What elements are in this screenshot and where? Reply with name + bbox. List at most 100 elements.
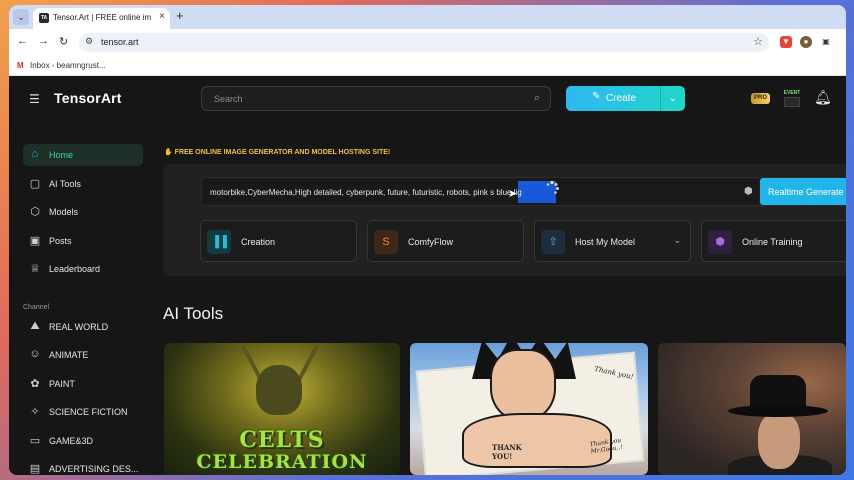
trophy-icon: ♕ [30, 263, 40, 275]
comfyflow-card[interactable]: S ComfyFlow [367, 220, 524, 262]
ai-tool-thumbnail-celts[interactable]: CELTS CELEBRATION [164, 343, 400, 475]
channel-heading: Channel [23, 304, 50, 311]
sidebar-item-ai-tools[interactable]: ▢ AI Tools [23, 173, 143, 195]
search-input[interactable]: Search ⌕ [201, 86, 551, 111]
chevron-down-icon[interactable]: ⌄ [673, 235, 681, 246]
promo-banner: ✋ FREE ONLINE IMAGE GENERATOR AND MODEL … [164, 148, 390, 156]
create-label: Create [606, 93, 637, 104]
tab-title: Tensor.Art | FREE online image g [53, 13, 151, 22]
bookmark-inbox[interactable]: Inbox - beamngrust... [30, 61, 106, 70]
menu-icon[interactable]: ☰ [29, 92, 40, 106]
prompt-input[interactable]: motorbike,CyberMecha,High detailed, cybe… [201, 177, 846, 206]
online-training-card[interactable]: ⬢ Online Training [701, 220, 846, 262]
reload-icon[interactable]: ↻ [59, 35, 68, 48]
tensorart-app: ☰ TensorArt Search ⌕ ✎ Create ⌄ PRO EVEN… [9, 76, 846, 475]
man-face-illustration [758, 413, 800, 469]
paint-icon: ✿ [30, 378, 40, 390]
site-info-icon[interactable]: ⚙ [85, 36, 93, 47]
new-tab-button[interactable]: + [176, 8, 184, 23]
home-icon: ⌂ [31, 148, 39, 160]
generation-panel: motorbike,CyberMecha,High detailed, cybe… [163, 164, 846, 276]
event-image [784, 97, 800, 107]
creation-card[interactable]: ▐▐ Creation [200, 220, 357, 262]
animate-icon: ☺ [29, 348, 41, 360]
cookie-extension-icon[interactable]: ● [800, 36, 812, 48]
sidebar-item-label: ANIMATE [49, 350, 89, 360]
sidebar-item-home[interactable]: ⌂ Home [23, 144, 143, 166]
sidebar-channel-game[interactable]: ▭ GAME&3D [23, 430, 143, 452]
antler-right [296, 344, 320, 382]
host-my-model-card[interactable]: ⇧ Host My Model ⌄ [534, 220, 691, 262]
sidebar-item-posts[interactable]: ▣ Posts [23, 230, 143, 252]
mouse-cursor-icon: ➤ [508, 188, 518, 200]
sidebar-item-leaderboard[interactable]: ♕ Leaderboard [23, 258, 143, 280]
sidebar-item-label: Home [49, 150, 74, 160]
hand-wave-icon: ✋ [164, 149, 175, 156]
browser-tab[interactable]: TA Tensor.Art | FREE online image g × [33, 8, 170, 29]
address-bar[interactable]: ⚙ tensor.art ☆ [79, 33, 769, 52]
sidebar-channel-animate[interactable]: ☺ ANIMATE [23, 344, 143, 366]
app-header: ☰ TensorArt Search ⌕ ✎ Create ⌄ PRO EVEN… [9, 76, 846, 120]
tab-strip: ⌄ TA Tensor.Art | FREE online image g × … [9, 5, 846, 29]
thumbnail-title-line1: CELTS [239, 427, 325, 453]
forward-icon[interactable]: → [38, 35, 49, 47]
prompt-text: motorbike,CyberMecha,High detailed, cybe… [210, 188, 522, 197]
sidebar-item-label: Posts [49, 236, 72, 246]
comfyflow-icon: S [374, 230, 398, 254]
tab-close-icon[interactable]: × [159, 11, 165, 22]
sidebar-channel-paint[interactable]: ✿ PAINT [23, 373, 143, 395]
card-label: ComfyFlow [408, 237, 454, 247]
browser-toolbar: ← → ↻ ⚙ tensor.art ☆ ▼ ● ▣ [9, 29, 846, 56]
tab-search-icon[interactable]: ⌄ [13, 9, 29, 25]
sidebar-channel-advertising[interactable]: ▤ ADVERTISING DES... [23, 458, 143, 475]
sidebar-item-label: PAINT [49, 379, 75, 389]
thumbnail-note-2: THANK YOU! [492, 443, 522, 461]
wand-icon: ✎ [592, 91, 601, 102]
search-icon[interactable]: ⌕ [534, 92, 540, 105]
sidebar-item-models[interactable]: ⬡ Models [23, 201, 143, 223]
chevron-down-icon[interactable]: ⌄ [660, 86, 685, 111]
sidebar-item-label: Leaderboard [49, 264, 101, 274]
sidebar-channel-real-world[interactable]: ⛰ REAL WORLD [23, 316, 143, 338]
sidebar-item-label: GAME&3D [49, 436, 94, 446]
bell-icon[interactable]: 🔔︎ [814, 89, 832, 106]
posts-icon: ▣ [29, 235, 41, 247]
shield-extension-icon[interactable]: ▼ [780, 36, 792, 48]
ai-tools-icon: ▢ [29, 178, 41, 190]
bookmark-star-icon[interactable]: ☆ [753, 35, 763, 48]
app-logo[interactable]: TensorArt [54, 90, 122, 106]
loading-spinner-icon [546, 180, 559, 194]
create-button[interactable]: ✎ Create [566, 86, 660, 111]
game-icon: ▭ [29, 435, 41, 447]
ai-tool-thumbnail-thank-you[interactable]: Thank you! THANK YOU! Thank you Mr.Goou.… [410, 343, 648, 475]
ai-tool-thumbnail-portrait[interactable] [658, 343, 846, 475]
thumbnail-title-line2: CELEBRATION [196, 451, 368, 473]
event-label: EVENT [783, 90, 801, 96]
extensions-puzzle-icon[interactable]: ▣ [820, 36, 832, 48]
sidebar-channel-science-fiction[interactable]: ✧ SCIENCE FICTION [23, 401, 143, 423]
sidebar: ⌂ Home ▢ AI Tools ⬡ Models ▣ Posts ♕ Lea… [9, 120, 159, 475]
cube-icon: ⬢ [708, 230, 732, 254]
sidebar-item-label: ADVERTISING DES... [49, 464, 139, 474]
bookmarks-bar: M Inbox - beamngrust... [9, 56, 846, 76]
pro-badge[interactable]: PRO [751, 93, 770, 104]
realtime-generate-button[interactable]: Realtime Generate [760, 178, 846, 205]
cube-icon[interactable]: ⬢ [744, 186, 753, 197]
back-icon[interactable]: ← [17, 35, 28, 47]
creation-icon: ▐▐ [207, 230, 231, 254]
models-icon: ⬡ [30, 206, 40, 218]
face-illustration [490, 349, 556, 421]
card-label: Online Training [742, 237, 803, 247]
sidebar-item-label: REAL WORLD [49, 322, 109, 332]
real-world-icon: ⛰ [30, 320, 40, 332]
sidebar-item-label: AI Tools [49, 179, 81, 189]
advertising-icon: ▤ [29, 463, 41, 475]
deer-head-illustration [256, 365, 302, 415]
science-fiction-icon: ✧ [30, 406, 40, 418]
realtime-generate-label: Realtime Generate [768, 187, 844, 197]
hat-brim-illustration [728, 405, 828, 417]
section-title: AI Tools [163, 304, 224, 323]
event-badge[interactable]: EVENT [781, 90, 803, 108]
upload-icon: ⇧ [541, 230, 565, 254]
browser-window: ⌄ TA Tensor.Art | FREE online image g × … [9, 5, 846, 475]
